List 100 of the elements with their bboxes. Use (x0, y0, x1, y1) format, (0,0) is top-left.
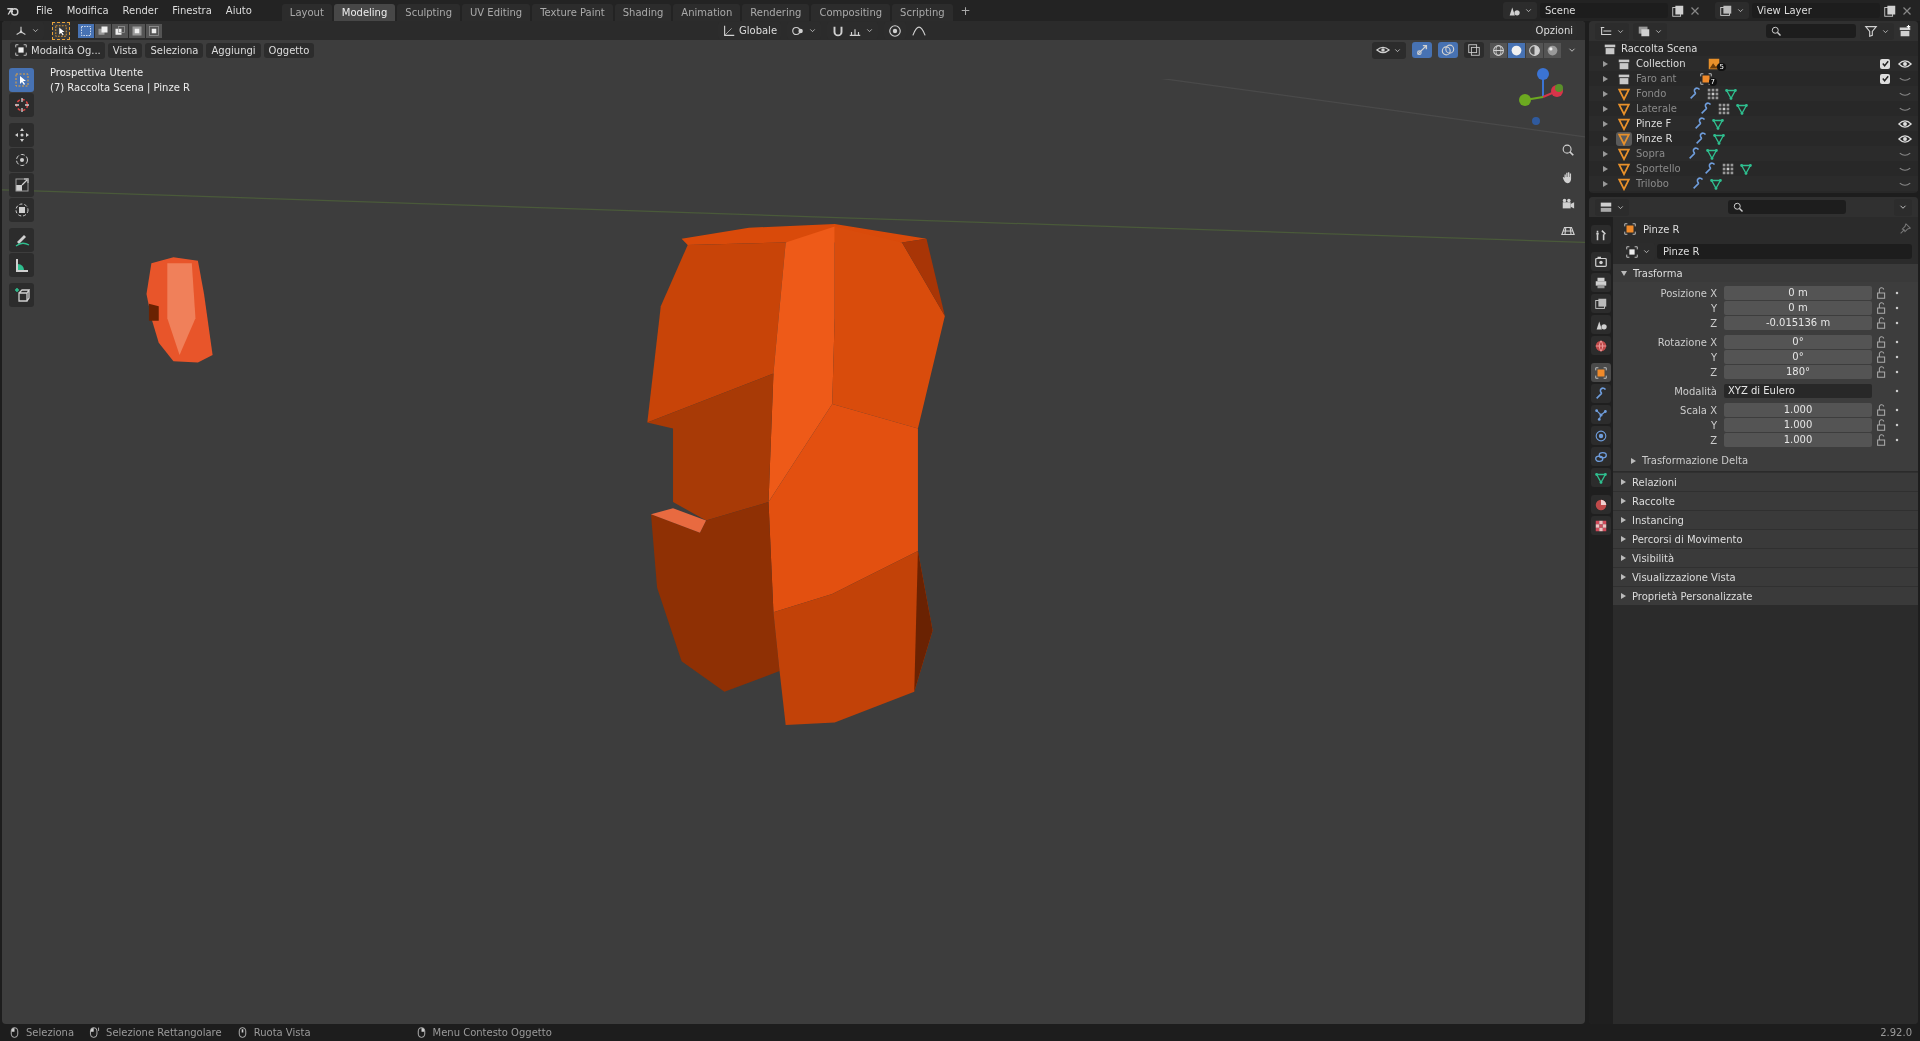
disclosure-triangle[interactable] (1631, 457, 1636, 464)
disclosure-triangle[interactable] (1603, 90, 1608, 97)
tool-button[interactable] (9, 173, 34, 197)
outliner-item[interactable]: Laterale (1636, 103, 1677, 114)
outliner-item[interactable]: Collection (1636, 58, 1686, 69)
object-type-badge[interactable] (1616, 131, 1632, 146)
properties-tab[interactable] (1591, 426, 1611, 445)
workspace-tab[interactable]: Animation (673, 4, 741, 21)
display-mode-button[interactable] (1633, 22, 1667, 40)
menu-item[interactable]: Aiuto (219, 3, 258, 18)
object-type-badge[interactable] (1616, 101, 1632, 116)
properties-tab[interactable] (1591, 252, 1611, 271)
number-field[interactable]: 0 m (1724, 286, 1872, 300)
disclosure-triangle[interactable] (1603, 75, 1608, 82)
disclosure-triangle[interactable] (1603, 105, 1608, 112)
panel-header[interactable]: Visualizzazione Vista (1613, 567, 1918, 586)
outliner-item[interactable]: Sopra (1636, 148, 1666, 159)
viewport-menu[interactable]: Seleziona (145, 42, 204, 58)
disclosure-triangle[interactable] (1621, 593, 1626, 599)
disclosure-triangle[interactable] (1621, 517, 1626, 523)
select-mode-button[interactable] (78, 23, 94, 38)
disclosure-triangle[interactable] (1603, 120, 1608, 127)
tool-button[interactable] (9, 68, 34, 92)
rotation-mode-dropdown[interactable]: XYZ di Eulero (1724, 384, 1872, 398)
search-field[interactable] (1728, 200, 1846, 214)
number-field[interactable]: 1.000 (1724, 403, 1872, 417)
exclude-checkbox[interactable] (1880, 73, 1890, 84)
select-mode-button[interactable] (146, 23, 162, 38)
panel-header[interactable]: Raccolte (1613, 491, 1918, 510)
workspace-tab[interactable]: Texture Paint (532, 4, 613, 21)
select-mode-button[interactable] (129, 23, 145, 38)
properties-tab[interactable] (1591, 516, 1611, 535)
tool-button[interactable] (9, 123, 34, 147)
disclosure-triangle[interactable] (1621, 479, 1626, 485)
menu-item[interactable]: Finestra (166, 3, 218, 18)
properties-tab[interactable] (1591, 363, 1611, 382)
disclosure-triangle[interactable] (1621, 536, 1626, 542)
outliner-item[interactable]: Fondo (1636, 88, 1667, 99)
disclosure-triangle[interactable] (1603, 60, 1608, 67)
number-field[interactable]: 0° (1724, 335, 1872, 349)
workspace-tab[interactable]: Scripting (892, 4, 953, 21)
panel-header[interactable]: Visibilità (1613, 548, 1918, 567)
search-field[interactable] (1766, 24, 1856, 38)
view-layer-name-field[interactable]: View Layer (1752, 3, 1880, 18)
workspace-tab[interactable]: Sculpting (397, 4, 460, 21)
menu-item[interactable]: Render (116, 3, 165, 18)
object-type-badge[interactable] (1616, 161, 1632, 176)
properties-tab[interactable] (1591, 495, 1611, 514)
properties-tab[interactable] (1591, 315, 1611, 334)
outliner-item[interactable]: Faro ant (1636, 73, 1677, 84)
disclosure-triangle[interactable] (1621, 574, 1626, 580)
tool-button[interactable] (9, 198, 34, 222)
tool-button[interactable] (9, 253, 34, 277)
shading-mode-button[interactable] (1490, 42, 1507, 58)
object-type-badge[interactable] (1616, 176, 1632, 191)
properties-tab[interactable] (1591, 225, 1611, 244)
menu-item[interactable]: File (30, 3, 59, 18)
outliner-item[interactable]: Pinze R (1636, 133, 1673, 144)
disclosure-triangle[interactable] (1621, 555, 1626, 561)
select-mode-button[interactable] (112, 23, 128, 38)
active-tool-button[interactable] (52, 21, 70, 40)
gizmo-toggle[interactable] (1412, 42, 1432, 58)
panel-header[interactable]: Proprietà Personalizzate (1613, 586, 1918, 605)
workspace-tab[interactable]: Compositing (811, 4, 891, 21)
menu-item[interactable]: Modifica (60, 3, 115, 18)
tool-button[interactable] (9, 93, 34, 117)
object-type-badge[interactable] (1616, 86, 1632, 101)
panel-header[interactable]: Percorsi di Movimento (1613, 529, 1918, 548)
new-collection-icon[interactable] (1898, 24, 1912, 38)
subpanel-header[interactable]: Trasformazione Delta (1613, 452, 1918, 469)
viewport-menu[interactable]: Aggiungi (206, 42, 261, 58)
disclosure-triangle[interactable] (1603, 135, 1608, 142)
disclosure-triangle[interactable] (1621, 270, 1627, 276)
number-field[interactable]: 0° (1724, 350, 1872, 364)
number-field[interactable]: 180° (1724, 365, 1872, 379)
object-name-field[interactable]: Pinze R (1657, 244, 1912, 259)
number-field[interactable]: 1.000 (1724, 418, 1872, 432)
shading-mode-button[interactable] (1508, 42, 1525, 58)
number-field[interactable]: 1.000 (1724, 433, 1872, 447)
disclosure-triangle[interactable] (1603, 150, 1608, 157)
shading-mode-button[interactable] (1526, 42, 1543, 58)
properties-tab[interactable] (1591, 405, 1611, 424)
disclosure-triangle[interactable] (1603, 165, 1608, 172)
object-type-badge[interactable] (1616, 116, 1632, 131)
panel-header[interactable]: Relazioni (1613, 472, 1918, 491)
properties-tab[interactable] (1591, 294, 1611, 313)
duplicate-icon[interactable] (1671, 3, 1685, 18)
overlay-toggle[interactable] (1438, 42, 1458, 58)
tool-button[interactable] (9, 148, 34, 172)
panel-header[interactable]: Instancing (1613, 510, 1918, 529)
viewport-menu[interactable]: Oggetto (263, 42, 315, 58)
properties-tab[interactable] (1591, 468, 1611, 487)
add-workspace-button[interactable]: + (954, 3, 977, 21)
workspace-tab[interactable]: UV Editing (462, 4, 531, 21)
scene-name-field[interactable]: Scene (1540, 3, 1668, 18)
duplicate-icon[interactable] (1883, 3, 1897, 18)
outliner-item[interactable]: Pinze F (1636, 118, 1672, 129)
mode-dropdown[interactable]: Modalità Og... (10, 41, 105, 59)
editor-type-button[interactable] (1595, 198, 1629, 216)
workspace-tab[interactable]: Shading (614, 4, 672, 21)
